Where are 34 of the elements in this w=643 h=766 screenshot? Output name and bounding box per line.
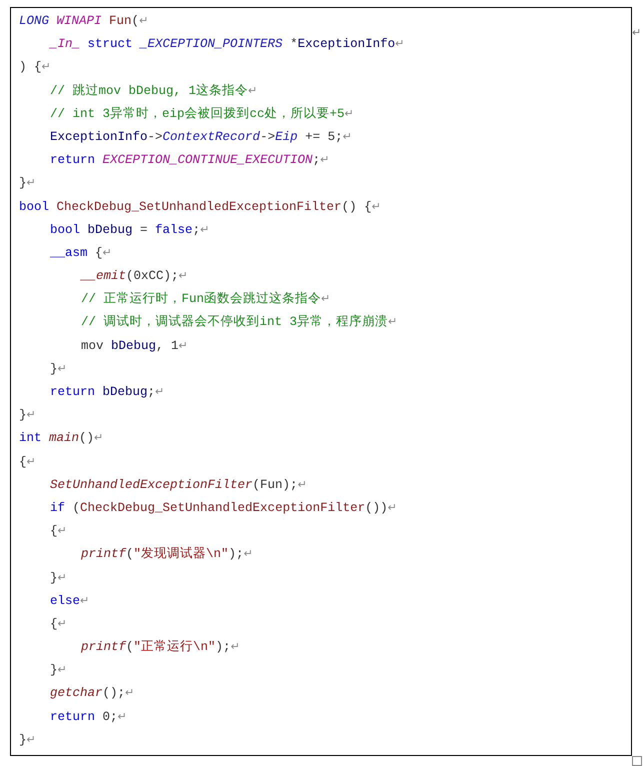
code-line: LONG WINAPI Fun(↵ <box>19 14 148 28</box>
code-line: // 跳过mov bDebug, 1这条指令↵ <box>50 84 258 98</box>
code-line: getchar();↵ <box>50 686 134 700</box>
code-line: }↵ <box>19 732 36 747</box>
code-line: }↵ <box>19 176 36 190</box>
code-line: ExceptionInfo->ContextRecord->Eip += 5;↵ <box>50 130 352 144</box>
code-line: mov bDebug, 1↵ <box>81 338 188 353</box>
code-line: ) {↵ <box>19 60 51 74</box>
code-line: int main()↵ <box>19 431 104 446</box>
code-line: else↵ <box>50 594 90 608</box>
code-line: }↵ <box>50 362 67 376</box>
paragraph-mark: ↵ <box>632 26 642 39</box>
code-line: __asm {↵ <box>50 246 112 260</box>
table-resize-handle-icon[interactable] <box>632 756 642 766</box>
code-line: {↵ <box>19 454 36 469</box>
code-line: SetUnhandledExceptionFilter(Fun);↵ <box>50 478 307 492</box>
code-line: // int 3异常时，eip会被回拨到cc处，所以要+5↵ <box>50 106 354 121</box>
code-line: // 调试时，调试器会不停收到int 3异常，程序崩溃↵ <box>81 315 398 330</box>
code-line: {↵ <box>50 524 67 538</box>
code-line: bool CheckDebug_SetUnhandledExceptionFilter() {↵ <box>19 200 381 214</box>
code-line: printf("发现调试器\n");↵ <box>81 547 253 562</box>
code-line: if (CheckDebug_SetUnhandledExceptionFilter())↵ <box>50 500 397 515</box>
code-line: }↵ <box>19 408 36 422</box>
code-line: {↵ <box>50 616 67 631</box>
code-line: _In_ struct _EXCEPTION_POINTERS *ExceptionInfo↵ <box>50 37 404 52</box>
code-line: bool bDebug = false;↵ <box>50 222 210 237</box>
code-line: }↵ <box>50 663 67 678</box>
code-line: return 0;↵ <box>50 710 127 724</box>
code-line: // 正常运行时，Fun函数会跳过这条指令↵ <box>81 292 330 306</box>
code-line: }↵ <box>50 570 67 584</box>
code-line: return EXCEPTION_CONTINUE_EXECUTION;↵ <box>50 153 330 168</box>
code-line: printf("正常运行\n");↵ <box>81 640 240 654</box>
code-line: __emit(0xCC);↵ <box>81 269 188 284</box>
code-line: return bDebug;↵ <box>50 385 164 399</box>
